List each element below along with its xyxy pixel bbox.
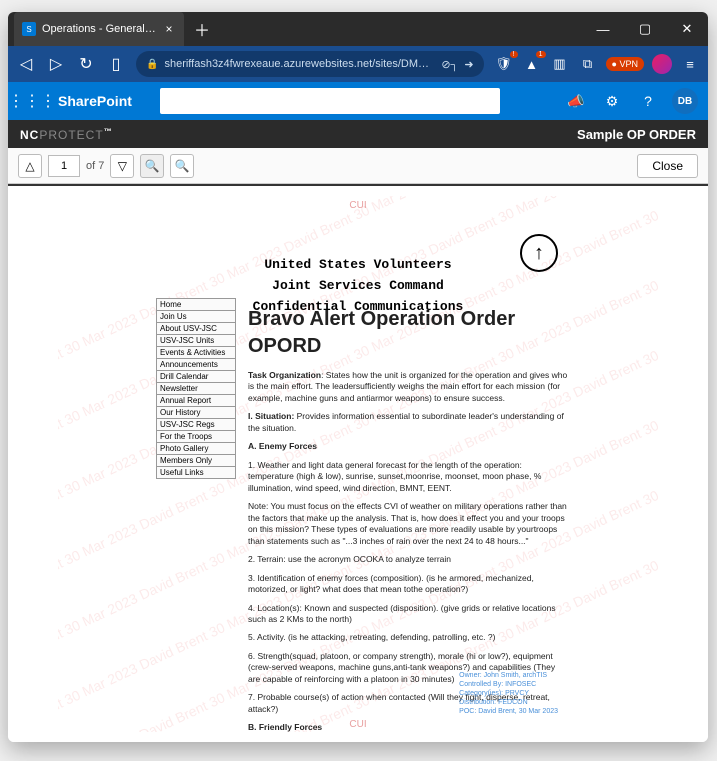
doc-nav-item[interactable]: Members Only [156,454,236,466]
bookmark-icon[interactable]: ▯ [106,54,126,74]
doc-nav-item[interactable]: Home [156,298,236,310]
minimize-button[interactable]: — [582,12,624,46]
search-input[interactable] [160,88,500,114]
doc-nav-item[interactable]: Useful Links [156,466,236,479]
browser-tab[interactable]: S Operations - General - All Docu… × [14,12,184,46]
site-icon: S [22,22,36,36]
collections-icon[interactable]: ⧉ [578,54,598,74]
address-bar[interactable]: 🔒 sheriffash3z4fwrexeaue.azurewebsites.n… [136,51,484,77]
doc-nav-item[interactable]: Photo Gallery [156,442,236,454]
zoom-in-button[interactable]: 🔍 [170,154,194,178]
maximize-button[interactable]: ▢ [624,12,666,46]
notification-icon[interactable]: ▲1 [522,54,542,74]
user-avatar[interactable]: DB [672,88,698,114]
profile-avatar[interactable] [652,54,672,74]
doc-nav-item[interactable]: USV-JSC Units [156,334,236,346]
close-window-button[interactable]: ✕ [666,12,708,46]
doc-nav-item[interactable]: About USV-JSC [156,322,236,334]
zoom-fit-button[interactable]: 🔍 [140,154,164,178]
settings-icon[interactable]: ⚙ [600,89,624,113]
lock-icon: 🔒 [146,59,158,70]
close-tab-icon[interactable]: × [162,22,176,36]
share-icon[interactable]: ➜ [464,58,473,71]
doc-nav-item[interactable]: Annual Report [156,394,236,406]
doc-nav-item[interactable]: For the Troops [156,430,236,442]
forward-button[interactable]: ▷ [46,54,66,74]
ncprotect-logo: NCPROTECT™ [20,127,113,142]
doc-nav-item[interactable]: USV-JSC Regs [156,418,236,430]
megaphone-icon[interactable]: 📣 [564,89,588,113]
app-launcher-icon[interactable]: ⋮⋮⋮ [18,87,46,115]
classification-top: CUI [58,196,658,215]
doc-side-nav: HomeJoin UsAbout USV-JSCUSV-JSC UnitsEve… [156,298,236,479]
url-text: sheriffash3z4fwrexeaue.azurewebsites.net… [164,58,429,70]
doc-nav-item[interactable]: Join Us [156,310,236,322]
doc-footer-meta: Owner: John Smith, archTIS Controlled By… [459,671,558,716]
next-page-button[interactable]: ▽ [110,154,134,178]
prev-page-button[interactable]: △ [18,154,42,178]
doc-title: Bravo Alert Operation Order OPORD [248,306,568,360]
doc-nav-item[interactable]: Newsletter [156,382,236,394]
page-number-input[interactable] [48,155,80,177]
sharepoint-brand[interactable]: SharePoint [58,93,132,109]
reload-button[interactable]: ↻ [76,54,96,74]
extension-icon[interactable]: 🛡! [494,54,514,74]
classification-bottom: CUI [58,719,658,730]
close-viewer-button[interactable]: Close [637,154,698,178]
tab-title: Operations - General - All Docu… [42,23,156,35]
doc-nav-item[interactable]: Announcements [156,358,236,370]
back-button[interactable]: ◁ [16,54,36,74]
document-title: Sample OP ORDER [577,127,696,142]
new-tab-button[interactable]: ＋ [188,15,216,43]
help-icon[interactable]: ? [636,89,660,113]
vpn-badge[interactable]: ● VPN [606,57,644,71]
doc-nav-item[interactable]: Events & Activities [156,346,236,358]
doc-nav-item[interactable]: Drill Calendar [156,370,236,382]
key-icon[interactable]: ⊘┐ [441,58,458,71]
page-count-label: of 7 [86,160,104,172]
sidebar-icon[interactable]: ▥ [550,54,570,74]
emblem-icon: ↑ [520,234,558,272]
doc-nav-item[interactable]: Our History [156,406,236,418]
menu-icon[interactable]: ≡ [680,54,700,74]
